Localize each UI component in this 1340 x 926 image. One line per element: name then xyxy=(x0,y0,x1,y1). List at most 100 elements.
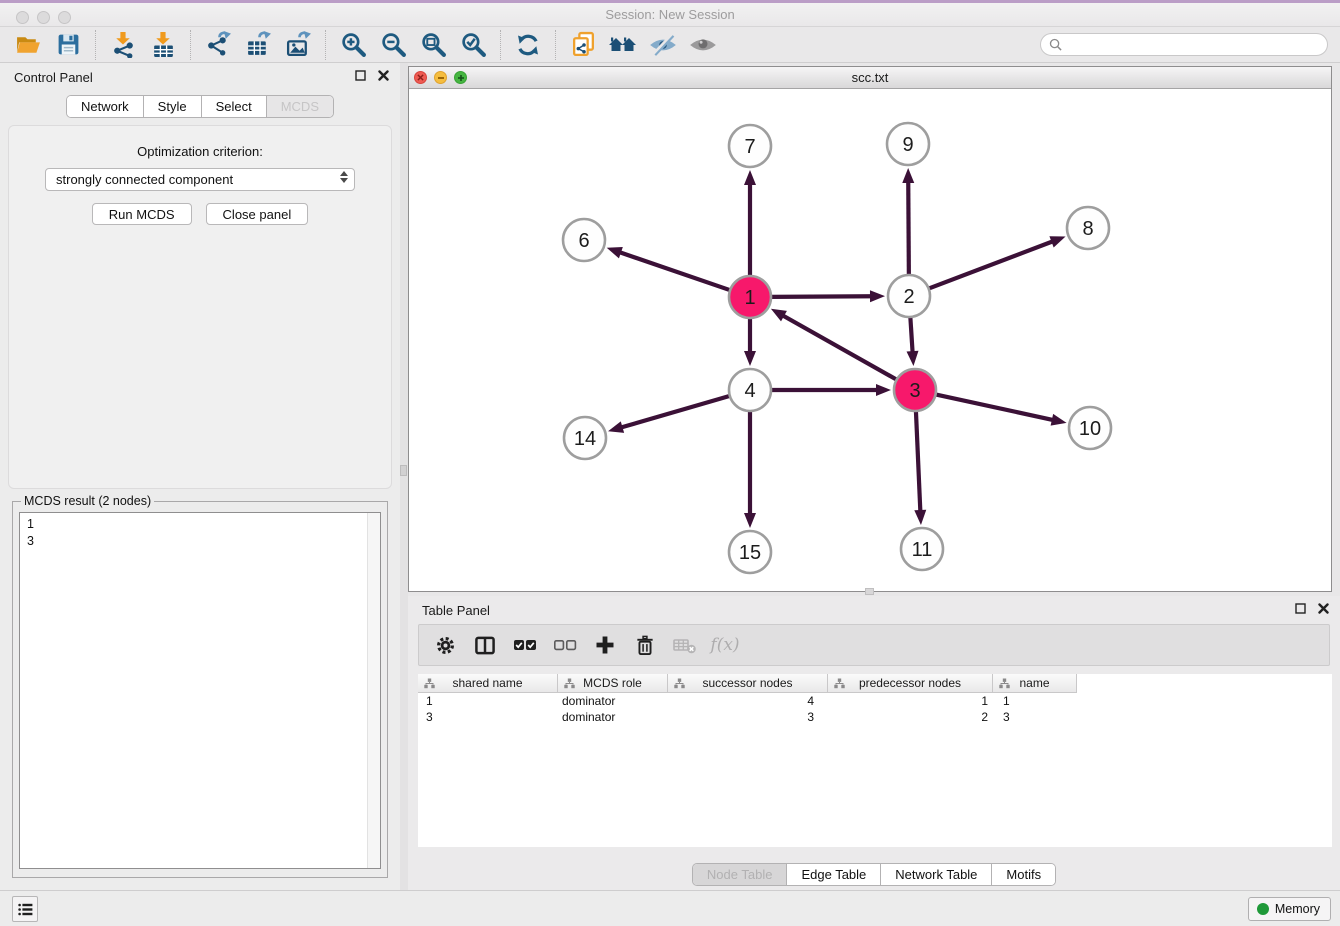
graph-node-8[interactable]: 8 xyxy=(1067,207,1109,249)
export-network-button[interactable] xyxy=(198,29,238,61)
close-table-panel-icon[interactable] xyxy=(1317,602,1330,615)
import-network-button[interactable] xyxy=(103,29,143,61)
refresh-button[interactable] xyxy=(508,29,548,61)
delete-table-button[interactable] xyxy=(667,628,703,662)
graph-edge-2-3[interactable] xyxy=(907,317,919,366)
select-all-columns-button[interactable] xyxy=(507,628,543,662)
tab-edge-table[interactable]: Edge Table xyxy=(787,864,881,885)
maximize-network-button[interactable] xyxy=(454,71,467,84)
first-neighbors-button[interactable] xyxy=(603,29,643,61)
graph-edge-2-9[interactable] xyxy=(902,168,914,275)
float-panel-icon[interactable] xyxy=(354,69,367,82)
task-history-button[interactable] xyxy=(12,896,38,922)
unselect-all-columns-button[interactable] xyxy=(547,628,583,662)
zoom-selected-button[interactable] xyxy=(453,29,493,61)
close-panel-button[interactable]: Close panel xyxy=(206,203,309,225)
copy-network-icon xyxy=(570,31,597,58)
show-column-button[interactable] xyxy=(467,628,503,662)
table-row[interactable]: 3dominator323 xyxy=(418,709,1332,725)
graph-node-1[interactable]: 1 xyxy=(729,276,771,318)
cell-name[interactable]: 3 xyxy=(993,710,1077,724)
run-mcds-button[interactable]: Run MCDS xyxy=(92,203,192,225)
tab-select[interactable]: Select xyxy=(202,96,267,117)
export-image-button[interactable] xyxy=(278,29,318,61)
criterion-select[interactable]: strongly connected component xyxy=(45,168,355,191)
graph-node-11[interactable]: 11 xyxy=(901,528,943,570)
column-header-shared-name[interactable]: shared name xyxy=(418,674,558,692)
table-options-button[interactable] xyxy=(427,628,463,662)
column-header-name[interactable]: name xyxy=(993,674,1077,692)
open-file-button[interactable] xyxy=(8,29,48,61)
cell-MCDS-role[interactable]: dominator xyxy=(558,710,668,724)
column-header-predecessor-nodes[interactable]: predecessor nodes xyxy=(828,674,993,692)
tab-motifs[interactable]: Motifs xyxy=(992,864,1055,885)
graph-node-14[interactable]: 14 xyxy=(564,417,606,459)
copy-network-button[interactable] xyxy=(563,29,603,61)
zoom-window-button[interactable] xyxy=(58,11,71,24)
tab-style[interactable]: Style xyxy=(144,96,202,117)
open-folder-icon xyxy=(15,32,42,57)
minimize-window-button[interactable] xyxy=(37,11,50,24)
close-panel-icon[interactable] xyxy=(377,69,390,82)
function-builder-button[interactable]: f(x) xyxy=(707,628,743,662)
graph-edge-4-14[interactable] xyxy=(608,396,730,433)
tab-mcds[interactable]: MCDS xyxy=(267,96,333,117)
cell-name[interactable]: 1 xyxy=(993,694,1077,708)
import-table-button[interactable] xyxy=(143,29,183,61)
create-column-button[interactable] xyxy=(587,628,623,662)
cell-shared-name[interactable]: 3 xyxy=(418,710,558,724)
tab-node-table[interactable]: Node Table xyxy=(693,864,788,885)
cell-shared-name[interactable]: 1 xyxy=(418,694,558,708)
graph-edge-4-3[interactable] xyxy=(771,384,891,396)
cell-predecessor-nodes[interactable]: 2 xyxy=(828,710,993,724)
graph-edge-2-8[interactable] xyxy=(929,236,1066,288)
graph-node-10[interactable]: 10 xyxy=(1069,407,1111,449)
delete-columns-button[interactable] xyxy=(627,628,663,662)
mcds-result-box[interactable]: 1 3 xyxy=(19,512,381,869)
float-table-panel-icon[interactable] xyxy=(1294,602,1307,615)
cell-predecessor-nodes[interactable]: 1 xyxy=(828,694,993,708)
graph-node-15[interactable]: 15 xyxy=(729,531,771,573)
export-table-button[interactable] xyxy=(238,29,278,61)
graph-edge-3-10[interactable] xyxy=(936,394,1067,425)
memory-button[interactable]: Memory xyxy=(1248,897,1331,921)
column-header-successor-nodes[interactable]: successor nodes xyxy=(668,674,828,692)
column-header-MCDS-role[interactable]: MCDS role xyxy=(558,674,668,692)
cell-successor-nodes[interactable]: 3 xyxy=(668,710,828,724)
tab-network[interactable]: Network xyxy=(67,96,144,117)
result-scrollbar[interactable] xyxy=(367,513,380,868)
graph-node-7[interactable]: 7 xyxy=(729,125,771,167)
search-input[interactable] xyxy=(1062,35,1327,54)
network-resize-grip[interactable] xyxy=(865,588,874,595)
hide-selected-button[interactable] xyxy=(643,29,683,61)
tab-network-table[interactable]: Network Table xyxy=(881,864,992,885)
graph-edge-1-2[interactable] xyxy=(771,290,885,302)
search-field[interactable] xyxy=(1040,33,1328,56)
vertical-splitter[interactable] xyxy=(400,63,408,890)
graph-node-2[interactable]: 2 xyxy=(888,275,930,317)
save-session-button[interactable] xyxy=(48,29,88,61)
graph-edge-4-15[interactable] xyxy=(744,411,756,528)
zoom-out-button[interactable] xyxy=(373,29,413,61)
zoom-fit-button[interactable] xyxy=(413,29,453,61)
graph-edge-3-1[interactable] xyxy=(771,309,897,380)
cell-MCDS-role[interactable]: dominator xyxy=(558,694,668,708)
show-all-button[interactable] xyxy=(683,29,723,61)
splitter-grip-icon[interactable] xyxy=(400,465,407,476)
minimize-network-button[interactable] xyxy=(434,71,447,84)
close-window-button[interactable] xyxy=(16,11,29,24)
graph-edge-3-11[interactable] xyxy=(914,411,926,525)
graph-node-9[interactable]: 9 xyxy=(887,123,929,165)
graph-edge-1-7[interactable] xyxy=(744,170,756,276)
graph-edge-1-6[interactable] xyxy=(607,247,730,290)
network-window-titlebar[interactable]: scc.txt xyxy=(409,67,1331,89)
graph-node-3[interactable]: 3 xyxy=(894,369,936,411)
table-row[interactable]: 1dominator411 xyxy=(418,693,1332,709)
network-canvas[interactable]: 7 9 6 8 1 2 4 3 14 10 15 11 xyxy=(409,89,1331,591)
zoom-in-button[interactable] xyxy=(333,29,373,61)
close-network-button[interactable] xyxy=(414,71,427,84)
graph-node-6[interactable]: 6 xyxy=(563,219,605,261)
graph-node-4[interactable]: 4 xyxy=(729,369,771,411)
graph-edge-1-4[interactable] xyxy=(744,318,756,366)
cell-successor-nodes[interactable]: 4 xyxy=(668,694,828,708)
